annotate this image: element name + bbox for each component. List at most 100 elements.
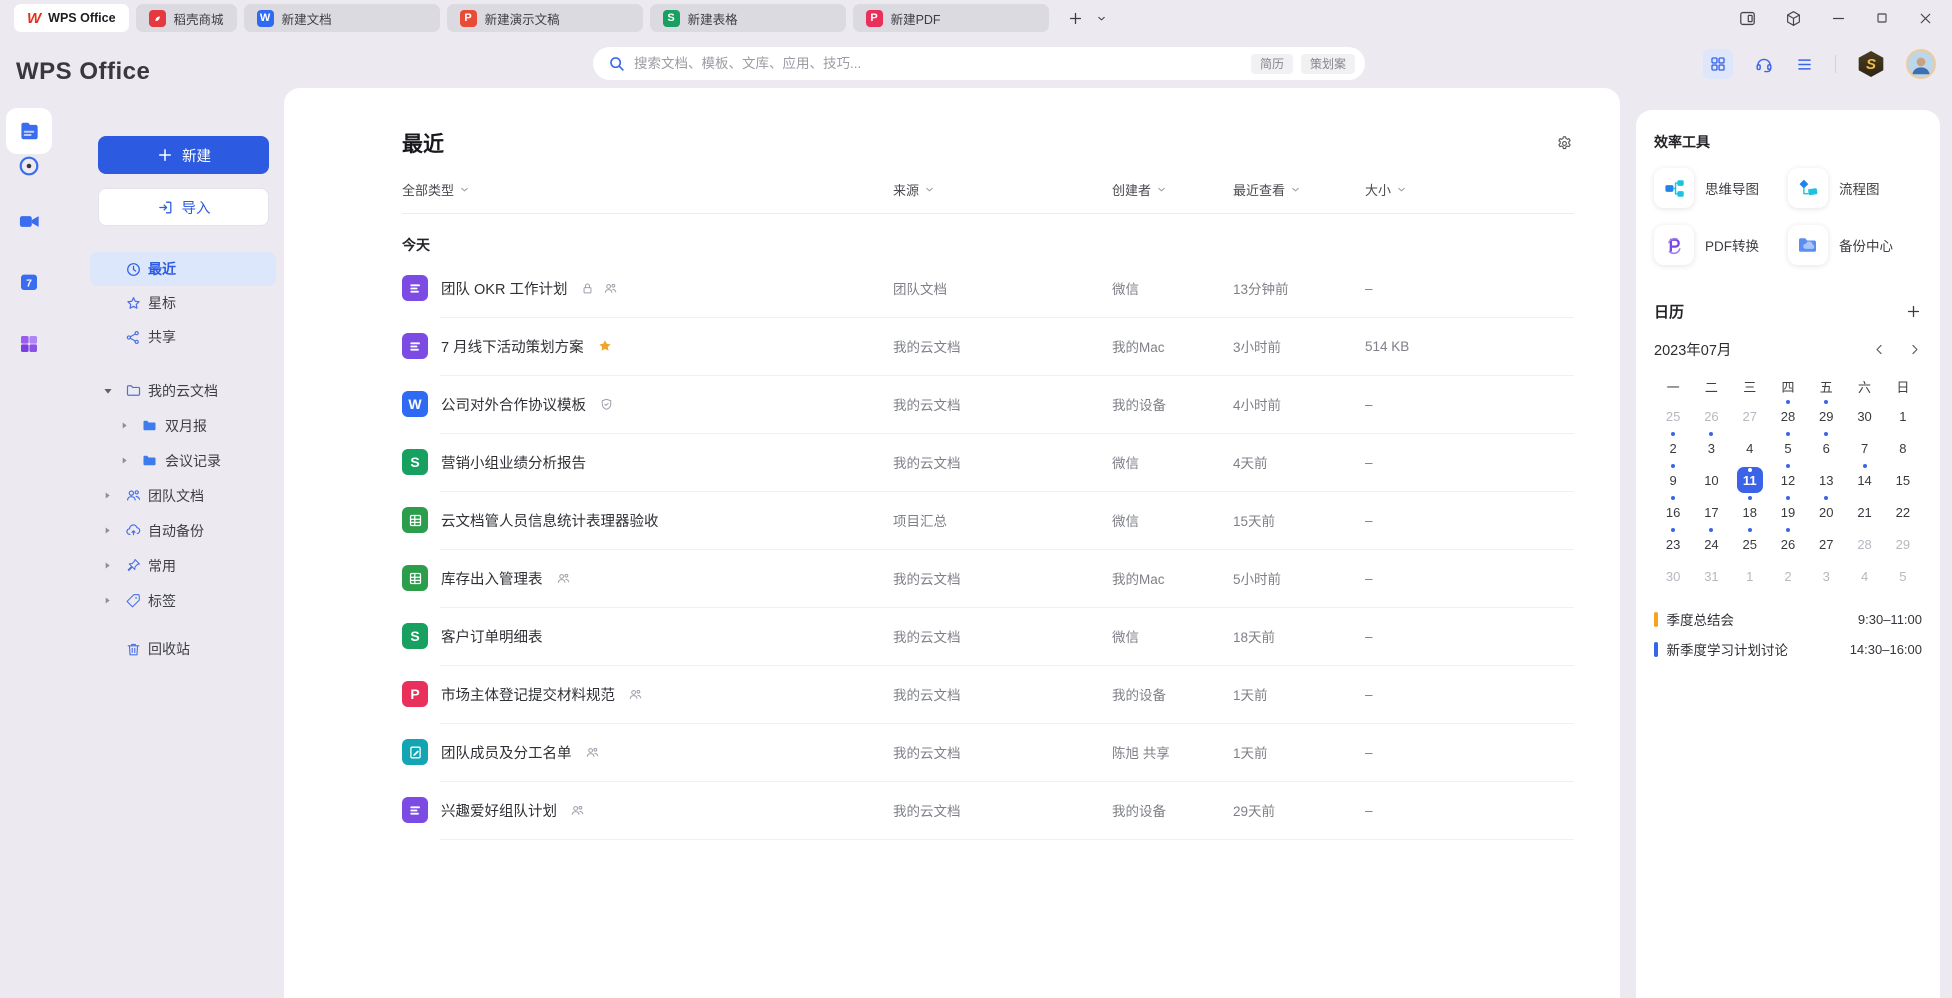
tool-pdf-convert[interactable]: PDF转换 xyxy=(1654,225,1788,265)
file-row[interactable]: 云文档管人员信息统计表理器验收项目汇总微信15天前– xyxy=(402,491,1574,549)
calendar-day[interactable]: 28 xyxy=(1769,400,1807,432)
membership-badge[interactable]: S xyxy=(1857,51,1885,77)
file-row[interactable]: 库存出入管理表我的云文档我的Mac5小时前– xyxy=(402,549,1574,607)
user-avatar[interactable] xyxy=(1906,49,1936,79)
search-tag[interactable]: 策划案 xyxy=(1301,54,1355,74)
menu-icon[interactable] xyxy=(1795,55,1814,74)
tab-new-sheet[interactable]: S新建表格 xyxy=(650,4,846,32)
filter-creator[interactable]: 创建者 xyxy=(1112,180,1167,199)
caret-right-icon[interactable] xyxy=(103,596,112,605)
filter-all-types[interactable]: 全部类型 xyxy=(402,180,470,199)
caret-right-icon[interactable] xyxy=(103,491,112,500)
calendar-day[interactable]: 1 xyxy=(1731,560,1769,592)
calendar-day[interactable]: 30 xyxy=(1845,400,1883,432)
mobile-connect-icon[interactable] xyxy=(1738,9,1757,28)
tool-backup-center[interactable]: 备份中心 xyxy=(1788,225,1922,265)
calendar-day[interactable]: 27 xyxy=(1731,400,1769,432)
calendar-day[interactable]: 26 xyxy=(1692,400,1730,432)
calendar-day[interactable]: 1 xyxy=(1884,400,1922,432)
sidebar-item-meeting-notes[interactable]: 会议记录 xyxy=(90,443,276,478)
calendar-day[interactable]: 6 xyxy=(1807,432,1845,464)
calendar-day[interactable]: 12 xyxy=(1769,464,1807,496)
rail-item-calendar[interactable]: 7 xyxy=(17,270,41,294)
calendar-day[interactable]: 29 xyxy=(1807,400,1845,432)
calendar-day[interactable]: 16 xyxy=(1654,496,1692,528)
rail-item-messages[interactable] xyxy=(17,154,41,178)
caret-right-icon[interactable] xyxy=(103,526,112,535)
calendar-day[interactable]: 22 xyxy=(1884,496,1922,528)
calendar-day[interactable]: 26 xyxy=(1769,528,1807,560)
calendar-day[interactable]: 5 xyxy=(1884,560,1922,592)
file-row[interactable]: P市场主体登记提交材料规范我的云文档我的设备1天前– xyxy=(402,665,1574,723)
tab-wps-office[interactable]: WWPS Office xyxy=(14,4,129,32)
file-row[interactable]: 兴趣爱好组队计划我的云文档我的设备29天前– xyxy=(402,781,1574,839)
sidebar-item-team-docs[interactable]: 团队文档 xyxy=(90,478,276,513)
calendar-day[interactable]: 13 xyxy=(1807,464,1845,496)
calendar-day[interactable]: 21 xyxy=(1845,496,1883,528)
rail-item-meetings[interactable] xyxy=(17,209,42,234)
calendar-day[interactable]: 2 xyxy=(1654,432,1692,464)
new-document-button[interactable]: 新建 xyxy=(98,136,269,174)
file-row[interactable]: 团队 OKR 工作计划团队文档微信13分钟前– xyxy=(402,259,1574,317)
sidebar-item-bimonthly-report[interactable]: 双月报 xyxy=(90,408,276,443)
tab-new-doc[interactable]: W新建文档 xyxy=(244,4,440,32)
file-row[interactable]: 7 月线下活动策划方案我的云文档我的Mac3小时前514 KB xyxy=(402,317,1574,375)
file-row[interactable]: W公司对外合作协议模板我的云文档我的设备4小时前– xyxy=(402,375,1574,433)
sidebar-item-my-cloud-docs[interactable]: 我的云文档 xyxy=(90,373,276,408)
add-event-icon[interactable] xyxy=(1905,303,1922,320)
calendar-event[interactable]: 新季度学习计划讨论14:30–16:00 xyxy=(1654,634,1922,664)
rail-item-documents[interactable] xyxy=(6,108,52,154)
caret-right-icon[interactable] xyxy=(103,561,112,570)
calendar-day[interactable]: 24 xyxy=(1692,528,1730,560)
filter-size[interactable]: 大小 xyxy=(1365,180,1407,199)
tab-new-pdf[interactable]: P新建PDF xyxy=(853,4,1049,32)
calendar-prev-icon[interactable] xyxy=(1872,342,1887,357)
filter-last-viewed[interactable]: 最近查看 xyxy=(1233,180,1301,199)
calendar-day[interactable]: 25 xyxy=(1654,400,1692,432)
search-input[interactable] xyxy=(634,56,1242,71)
headset-support-icon[interactable] xyxy=(1754,54,1774,74)
calendar-day[interactable]: 4 xyxy=(1845,560,1883,592)
rail-item-apps[interactable] xyxy=(17,332,41,356)
calendar-day[interactable]: 2 xyxy=(1769,560,1807,592)
sidebar-item-auto-backup[interactable]: 自动备份 xyxy=(90,513,276,548)
workspace-cube-icon[interactable] xyxy=(1784,9,1803,28)
file-row[interactable]: 团队成员及分工名单我的云文档陈旭 共享1天前– xyxy=(402,723,1574,781)
file-row[interactable]: S客户订单明细表我的云文档微信18天前– xyxy=(402,607,1574,665)
caret-right-icon[interactable] xyxy=(120,456,129,465)
calendar-day[interactable]: 19 xyxy=(1769,496,1807,528)
calendar-day[interactable]: 8 xyxy=(1884,432,1922,464)
calendar-day[interactable]: 5 xyxy=(1769,432,1807,464)
new-tab-button[interactable] xyxy=(1063,5,1089,31)
settings-gear-icon[interactable] xyxy=(1555,134,1574,153)
app-grid-icon[interactable] xyxy=(1703,49,1733,79)
tool-flowchart[interactable]: 流程图 xyxy=(1788,168,1922,208)
calendar-day[interactable]: 18 xyxy=(1731,496,1769,528)
calendar-day[interactable]: 20 xyxy=(1807,496,1845,528)
sidebar-item-shared[interactable]: 共享 xyxy=(90,320,276,354)
tool-mindmap[interactable]: 思维导图 xyxy=(1654,168,1788,208)
calendar-day[interactable]: 17 xyxy=(1692,496,1730,528)
minimize-button[interactable] xyxy=(1830,10,1847,27)
calendar-day[interactable]: 23 xyxy=(1654,528,1692,560)
sidebar-item-recent[interactable]: 最近 xyxy=(90,252,276,286)
caret-down-icon[interactable] xyxy=(103,386,113,396)
search-bar[interactable]: 简历策划案 xyxy=(593,47,1365,80)
calendar-day[interactable]: 4 xyxy=(1731,432,1769,464)
sidebar-item-tags[interactable]: 标签 xyxy=(90,583,276,618)
calendar-event[interactable]: 季度总结会9:30–11:00 xyxy=(1654,604,1922,634)
sidebar-item-frequent[interactable]: 常用 xyxy=(90,548,276,583)
calendar-next-icon[interactable] xyxy=(1907,342,1922,357)
calendar-day[interactable]: 14 xyxy=(1845,464,1883,496)
calendar-day[interactable]: 9 xyxy=(1654,464,1692,496)
calendar-day-selected[interactable]: 11 xyxy=(1731,464,1769,496)
calendar-day[interactable]: 31 xyxy=(1692,560,1730,592)
calendar-day[interactable]: 30 xyxy=(1654,560,1692,592)
sidebar-item-trash[interactable]: 回收站 xyxy=(90,632,276,666)
calendar-day[interactable]: 10 xyxy=(1692,464,1730,496)
calendar-day[interactable]: 15 xyxy=(1884,464,1922,496)
file-row[interactable]: S营销小组业绩分析报告我的云文档微信4天前– xyxy=(402,433,1574,491)
calendar-day[interactable]: 7 xyxy=(1845,432,1883,464)
calendar-day[interactable]: 27 xyxy=(1807,528,1845,560)
close-button[interactable] xyxy=(1917,10,1934,27)
